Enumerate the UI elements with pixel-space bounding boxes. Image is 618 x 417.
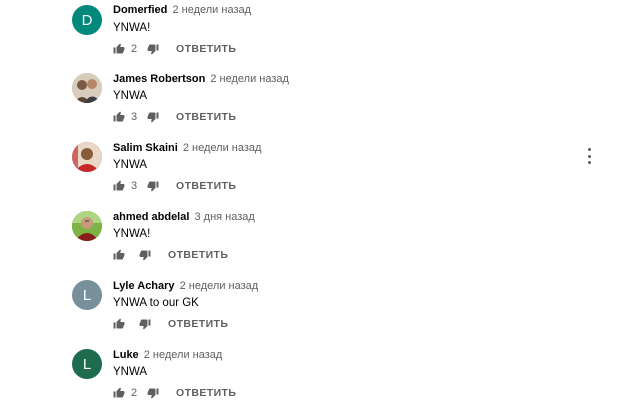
comment-text: YNWA [113, 90, 148, 102]
avatar[interactable]: L [72, 280, 102, 310]
thumb-up-icon [113, 180, 125, 191]
user-photo-icon [72, 73, 102, 103]
author-name[interactable]: Salim Skaini [113, 142, 178, 154]
author-name[interactable]: Luke [113, 349, 139, 361]
comment-actions: 3 ОТВЕТИТЬ [113, 109, 236, 125]
thumb-down-icon [139, 250, 151, 261]
reply-button[interactable]: ОТВЕТИТЬ [168, 318, 228, 330]
reply-button[interactable]: ОТВЕТИТЬ [176, 180, 236, 192]
thumb-down-icon [139, 319, 151, 330]
comment-actions: 2 ОТВЕТИТЬ [113, 41, 236, 57]
user-photo-icon [72, 211, 102, 241]
comment-time[interactable]: 2 недели назад [210, 73, 289, 85]
like-button[interactable] [113, 180, 125, 192]
thumb-down-icon [147, 181, 159, 192]
thumb-down-icon [147, 388, 159, 399]
more-vert-icon[interactable] [583, 148, 595, 164]
comment-item: ahmed abdelal 3 дня назад YNWA! ОТВЕТИТЬ [0, 210, 618, 279]
comment-time[interactable]: 2 недели назад [183, 142, 262, 154]
like-button[interactable] [113, 111, 125, 123]
comment-text: YNWA [113, 159, 148, 171]
comment-item: Salim Skaini 2 недели назад YNWA 3 ОТВЕТ… [0, 141, 618, 210]
avatar[interactable] [72, 211, 102, 241]
reply-button[interactable]: ОТВЕТИТЬ [176, 111, 236, 123]
reply-button[interactable]: ОТВЕТИТЬ [176, 43, 236, 55]
comment-item: D Domerfied 2 недели назад YNWA! 2 ОТВЕТ… [0, 3, 618, 72]
comment-text: YNWA [113, 366, 148, 378]
reply-button[interactable]: ОТВЕТИТЬ [176, 387, 236, 399]
thumb-down-icon [147, 44, 159, 55]
avatar-letter: D [81, 11, 93, 29]
comment-header: Luke 2 недели назад [113, 348, 222, 362]
like-button[interactable] [113, 43, 125, 55]
comment-header: Salim Skaini 2 недели назад [113, 141, 261, 155]
dislike-button[interactable] [139, 318, 151, 330]
dislike-button[interactable] [147, 387, 159, 399]
comment-time[interactable]: 2 недели назад [144, 349, 223, 361]
comment-actions: ОТВЕТИТЬ [113, 247, 228, 263]
comment-actions: 2 ОТВЕТИТЬ [113, 385, 236, 401]
author-name[interactable]: ahmed abdelal [113, 211, 189, 223]
like-button[interactable] [113, 318, 125, 330]
comment-text: YNWA! [113, 22, 151, 34]
like-button[interactable] [113, 249, 125, 261]
comment-text: YNWA to our GK [113, 297, 199, 309]
thumb-up-icon [113, 111, 125, 122]
avatar[interactable] [72, 73, 102, 103]
dislike-button[interactable] [147, 43, 159, 55]
dislike-button[interactable] [139, 249, 151, 261]
dislike-button[interactable] [147, 111, 159, 123]
avatar[interactable]: L [72, 349, 102, 379]
comment-item: L Lyle Achary 2 недели назад YNWA to our… [0, 279, 618, 348]
thumb-up-icon [113, 249, 125, 260]
user-photo-icon [72, 142, 102, 172]
comment-actions: ОТВЕТИТЬ [113, 316, 228, 332]
thumb-down-icon [147, 112, 159, 123]
like-count: 3 [131, 180, 138, 192]
menu-dot [587, 154, 591, 158]
comment-time[interactable]: 3 дня назад [194, 211, 254, 223]
comment-header: ahmed abdelal 3 дня назад [113, 210, 255, 224]
comment-text: YNWA! [113, 228, 151, 240]
thumb-up-icon [113, 387, 125, 398]
comment-header: Domerfied 2 недели назад [113, 3, 251, 17]
comment-time[interactable]: 2 недели назад [172, 4, 251, 16]
avatar-letter: L [82, 355, 92, 373]
reply-button[interactable]: ОТВЕТИТЬ [168, 249, 228, 261]
comment-actions: 3 ОТВЕТИТЬ [113, 178, 236, 194]
like-count: 3 [131, 111, 138, 123]
like-count: 2 [131, 387, 138, 399]
avatar[interactable]: D [72, 5, 102, 35]
author-name[interactable]: Domerfied [113, 4, 167, 16]
author-name[interactable]: James Robertson [113, 73, 205, 85]
avatar[interactable] [72, 142, 102, 172]
avatar-letter: L [82, 286, 92, 304]
comment-header: Lyle Achary 2 недели назад [113, 279, 258, 293]
dislike-button[interactable] [147, 180, 159, 192]
menu-dot [587, 148, 591, 151]
thumb-up-icon [113, 318, 125, 329]
like-count: 2 [131, 43, 138, 55]
comment-time[interactable]: 2 недели назад [180, 280, 259, 292]
comment-header: James Robertson 2 недели назад [113, 72, 289, 86]
like-button[interactable] [113, 387, 125, 399]
comment-item: James Robertson 2 недели назад YNWA 3 ОТ… [0, 72, 618, 141]
menu-dot [587, 161, 591, 164]
thumb-up-icon [113, 43, 125, 54]
author-name[interactable]: Lyle Achary [113, 280, 175, 292]
